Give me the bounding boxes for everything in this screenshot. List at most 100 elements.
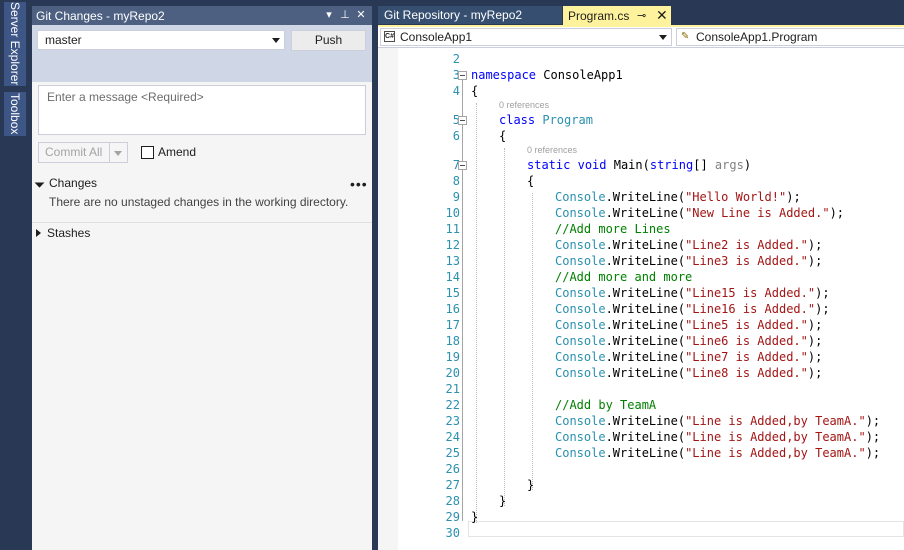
line-number: 22: [445, 398, 460, 412]
identifier: .WriteLine(: [605, 446, 686, 460]
close-icon[interactable]: ✕: [354, 8, 368, 23]
changes-section-header[interactable]: Changes: [34, 176, 98, 190]
punctuation: );: [807, 318, 823, 332]
type-name: Console: [555, 286, 606, 300]
type-name: Console: [555, 430, 606, 444]
push-button[interactable]: Push: [291, 30, 366, 51]
identifier: .WriteLine(: [605, 206, 686, 220]
string-literal: "Line15 is Added.": [685, 286, 816, 300]
code-line-23: Console.WriteLine("Line is Added,by Team…: [555, 413, 880, 429]
line-number: 4: [452, 84, 460, 98]
current-line-highlight: [468, 521, 904, 537]
identifier: .WriteLine(: [605, 414, 686, 428]
code-line-27: }: [527, 478, 535, 492]
code-line-8: {: [527, 174, 535, 188]
punctuation: );: [807, 334, 823, 348]
changes-empty-message: There are no unstaged changes in the wor…: [49, 195, 349, 209]
amend-checkbox[interactable]: [141, 146, 154, 159]
code-line-17: Console.WriteLine("Line5 is Added.");: [555, 317, 822, 333]
code-line-9: Console.WriteLine("Hello World!");: [555, 189, 801, 205]
window-position-dropdown-icon[interactable]: ▾: [322, 8, 336, 23]
punctuation: );: [807, 366, 823, 380]
line-number: 9: [452, 190, 460, 204]
commit-message-placeholder: Enter a message <Required>: [47, 90, 204, 104]
code-line-14: //Add more and more: [555, 270, 693, 284]
type-name: Console: [555, 366, 606, 380]
code-line-16: Console.WriteLine("Line16 is Added.");: [555, 301, 830, 317]
string-literal: "Line5 is Added.": [685, 318, 808, 332]
project-dropdown[interactable]: C# ConsoleApp1: [380, 28, 672, 46]
string-literal: "Line16 is Added.": [685, 302, 816, 316]
string-literal: "Line is Added,by TeamA.": [685, 446, 866, 460]
code-line-12: Console.WriteLine("Line2 is Added.");: [555, 237, 822, 253]
identifier: .WriteLine(: [605, 238, 686, 252]
line-number: 19: [445, 350, 460, 364]
branch-toolbar: master Push: [32, 25, 372, 82]
type-name: Console: [555, 446, 606, 460]
code-line-18: Console.WriteLine("Line6 is Added.");: [555, 333, 822, 349]
identifier: Main(: [606, 158, 650, 172]
tab-program-cs[interactable]: Program.cs ⊸ ✕: [563, 6, 671, 25]
pin-tab-icon[interactable]: ⊸: [637, 9, 646, 22]
tab-git-repository[interactable]: Git Repository - myRepo2: [378, 6, 562, 24]
line-number: 20: [445, 366, 460, 380]
string-literal: "New Line is Added.": [685, 206, 830, 220]
commit-message-input[interactable]: Enter a message <Required>: [38, 85, 366, 135]
amend-label: Amend: [158, 145, 197, 159]
code-line-19: Console.WriteLine("Line7 is Added.");: [555, 349, 822, 365]
collapse-method-icon[interactable]: [458, 161, 467, 170]
identifier: .WriteLine(: [605, 430, 686, 444]
punctuation: );: [807, 350, 823, 364]
line-number: 26: [445, 462, 460, 476]
branch-dropdown[interactable]: master: [37, 30, 285, 50]
punctuation: );: [815, 286, 830, 300]
editor-margin: [378, 48, 398, 550]
side-rail: Server Explorer Toolbox: [0, 0, 32, 550]
punctuation: );: [865, 446, 881, 460]
parameter: args: [714, 158, 744, 172]
indent-guide: [532, 193, 533, 490]
identifier: ConsoleApp1: [536, 68, 623, 82]
toolbox-tab[interactable]: Toolbox: [4, 92, 26, 136]
commit-options-dropdown[interactable]: [110, 142, 128, 163]
collapse-namespace-icon[interactable]: [458, 71, 467, 80]
type-name: Program: [542, 113, 593, 127]
indent-guide: [504, 148, 505, 506]
more-options-icon[interactable]: •••: [350, 176, 368, 192]
commit-all-button[interactable]: Commit All: [38, 142, 110, 163]
pin-icon[interactable]: ⊥: [338, 8, 352, 23]
code-line-7: static void Main(string[] args): [527, 157, 751, 173]
punctuation: );: [786, 190, 801, 204]
code-line-4: {: [471, 84, 479, 98]
code-line-11: //Add more Lines: [555, 222, 671, 236]
line-number: 24: [445, 430, 460, 444]
close-tab-icon[interactable]: ✕: [656, 7, 668, 24]
class-dropdown[interactable]: ✎ ConsoleApp1.Program: [676, 28, 904, 46]
keyword: class: [499, 113, 536, 127]
collapse-class-icon[interactable]: [458, 116, 467, 125]
type-name: Console: [555, 206, 606, 220]
keyword: void: [577, 158, 607, 172]
identifier: .WriteLine(: [605, 254, 686, 268]
server-explorer-tab[interactable]: Server Explorer: [4, 2, 26, 86]
identifier: .WriteLine(: [605, 318, 686, 332]
outline-line: [462, 170, 463, 521]
code-line-3: namespace ConsoleApp1: [471, 67, 623, 83]
class-path: ConsoleApp1.Program: [696, 30, 818, 44]
code-line-5: class Program: [499, 112, 593, 128]
line-number: 28: [445, 494, 460, 508]
tab-program-cs-label: Program.cs: [568, 9, 630, 23]
punctuation: []: [693, 158, 715, 172]
changes-header-label: Changes: [49, 176, 98, 190]
code-lens-references[interactable]: 0 references: [499, 100, 549, 111]
code-editor[interactable]: C# ConsoleApp1 ✎ ConsoleApp1.Program 2 3…: [378, 27, 904, 550]
line-number: 3: [452, 68, 460, 82]
line-number: 13: [445, 254, 460, 268]
code-lens-references[interactable]: 0 references: [527, 145, 577, 156]
punctuation: );: [865, 414, 881, 428]
stashes-header-label: Stashes: [47, 226, 91, 240]
code-line-6: {: [499, 129, 507, 143]
stashes-section-header[interactable]: Stashes: [36, 226, 90, 240]
identifier: .WriteLine(: [605, 302, 686, 316]
code-line-13: Console.WriteLine("Line3 is Added.");: [555, 253, 822, 269]
